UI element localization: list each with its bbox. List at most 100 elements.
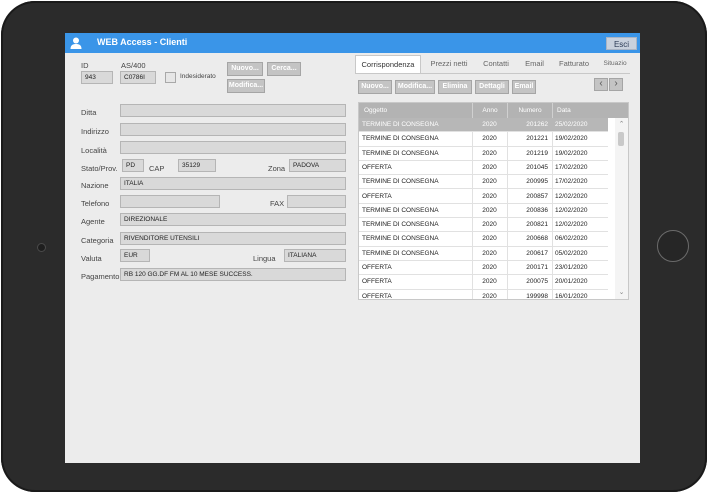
nazione-field[interactable]: ITALIA <box>120 177 346 190</box>
table-row[interactable]: OFFERTA 2020 201045 17/02/2020 <box>359 161 608 176</box>
chevron-down-icon[interactable]: ⌄ <box>617 288 626 297</box>
undesired-checkbox[interactable] <box>165 72 176 83</box>
table-row[interactable]: TERMINE DI CONSEGNA 2020 201221 19/02/2020 <box>359 132 608 147</box>
valuta-label: Valuta <box>81 254 102 263</box>
cell-data: 19/02/2020 <box>555 135 588 143</box>
agente-label: Agente <box>81 217 105 226</box>
new-correspondence-button[interactable]: Nuovo... <box>358 80 392 94</box>
edit-correspondence-button[interactable]: Modifica... <box>395 80 435 94</box>
cell-data: 12/02/2020 <box>555 206 588 214</box>
cell-data: 05/02/2020 <box>555 249 588 257</box>
cell-oggetto: OFFERTA <box>362 264 392 271</box>
cell-data: 06/02/2020 <box>555 235 588 243</box>
table-row[interactable]: TERMINE DI CONSEGNA 2020 200617 05/02/2020 <box>359 247 608 261</box>
categoria-label: Categoria <box>81 236 114 245</box>
cell-data: 19/02/2020 <box>555 149 588 157</box>
delete-correspondence-button[interactable]: Elimina <box>438 80 472 94</box>
zona-label: Zona <box>268 164 286 173</box>
scroll-thumb[interactable] <box>618 132 624 146</box>
chevron-left-icon[interactable]: ‹ <box>594 78 608 91</box>
tab-email[interactable]: Email <box>520 55 549 73</box>
cell-data: 16/01/2020 <box>555 292 588 300</box>
camera <box>37 243 46 252</box>
indirizzo-label: Indirizzo <box>81 127 109 136</box>
details-button[interactable]: Dettagli <box>475 80 509 94</box>
app-screen: WEB Access - Clienti Esci ID AS/400 943 … <box>65 33 640 463</box>
table-row[interactable]: TERMINE DI CONSEGNA 2020 200821 12/02/2020 <box>359 218 608 233</box>
cell-oggetto: TERMINE DI CONSEGNA <box>362 178 439 186</box>
cell-data: 17/02/2020 <box>555 163 588 171</box>
cell-data: 12/02/2020 <box>555 221 588 229</box>
agente-field[interactable]: DIREZIONALE <box>120 213 346 226</box>
categoria-field[interactable]: RIVENDITORE UTENSILI <box>120 232 346 245</box>
ditta-label: Ditta <box>81 108 97 117</box>
new-client-button[interactable]: Nuovo... <box>227 62 263 76</box>
column-header-data[interactable]: Data <box>552 103 628 118</box>
email-button[interactable]: Email <box>512 80 536 94</box>
lingua-field[interactable]: ITALIANA <box>284 249 346 262</box>
cell-numero: 200668 <box>526 235 548 243</box>
pagamento-field[interactable]: RB 120 GG.DF FM AL 10 MESE SUCCESS. <box>120 268 346 281</box>
cell-numero: 199998 <box>526 292 548 300</box>
id-field[interactable]: 943 <box>81 71 113 84</box>
table-row[interactable]: TERMINE DI CONSEGNA 2020 200668 06/02/2020 <box>359 232 608 247</box>
cell-anno: 2020 <box>482 178 497 186</box>
cell-oggetto: TERMINE DI CONSEGNA <box>362 135 439 143</box>
indirizzo-field[interactable] <box>120 123 346 136</box>
localita-field[interactable] <box>120 141 346 154</box>
cell-oggetto: OFFERTA <box>362 278 392 286</box>
cell-oggetto: TERMINE DI CONSEGNA <box>362 121 439 128</box>
column-header-numero[interactable]: Numero <box>507 103 552 118</box>
home-button[interactable] <box>657 230 689 262</box>
table-row[interactable]: TERMINE DI CONSEGNA 2020 200836 12/02/2020 <box>359 204 608 219</box>
search-client-button[interactable]: Cerca... <box>267 62 301 76</box>
table-row[interactable]: TERMINE DI CONSEGNA 2020 200995 17/02/2020 <box>359 175 608 190</box>
chevron-right-icon[interactable]: › <box>609 78 623 91</box>
cell-numero: 200075 <box>526 278 548 286</box>
cell-anno: 2020 <box>482 249 497 257</box>
table-scrollbar[interactable]: ⌃ ⌄ <box>615 118 628 299</box>
cell-data: 12/02/2020 <box>555 192 588 200</box>
cap-field[interactable]: 35129 <box>178 159 216 172</box>
table-row[interactable]: OFFERTA 2020 200171 23/01/2020 <box>359 261 608 276</box>
telefono-label: Telefono <box>81 199 110 208</box>
cell-oggetto: TERMINE DI CONSEGNA <box>362 235 439 243</box>
chevron-up-icon[interactable]: ⌃ <box>617 120 626 129</box>
cell-data: 25/02/2020 <box>555 121 588 128</box>
cell-numero: 200617 <box>526 249 548 257</box>
column-header-oggetto[interactable]: Oggetto <box>359 103 472 118</box>
fax-label: FAX <box>270 199 285 208</box>
id-label: ID <box>81 61 89 70</box>
cell-data: 23/01/2020 <box>555 264 588 271</box>
tab-corrispondenza[interactable]: Corrispondenza <box>355 55 421 73</box>
tab-fatturato[interactable]: Fatturato <box>554 55 594 73</box>
cell-numero: 200836 <box>526 206 548 214</box>
table-row[interactable]: OFFERTA 2020 200857 12/02/2020 <box>359 190 608 204</box>
cell-anno: 2020 <box>482 149 497 157</box>
cap-label: CAP <box>149 164 165 173</box>
cell-anno: 2020 <box>482 206 497 214</box>
tab-situazione[interactable]: Situazio <box>598 55 632 73</box>
pagamento-label: Pagamento <box>81 272 120 281</box>
edit-client-button[interactable]: Modifica... <box>227 79 265 93</box>
zona-field[interactable]: PADOVA <box>289 159 346 172</box>
column-header-anno[interactable]: Anno <box>472 103 507 118</box>
cell-numero: 200857 <box>526 192 548 200</box>
table-row[interactable]: OFFERTA 2020 199998 16/01/2020 <box>359 290 608 300</box>
stato-field[interactable]: PD <box>122 159 144 172</box>
valuta-field[interactable]: EUR <box>120 249 150 262</box>
undesired-label: Indesiderato <box>180 73 216 80</box>
exit-button[interactable]: Esci <box>606 37 637 50</box>
tab-prezzi-netti[interactable]: Prezzi netti <box>424 55 474 73</box>
table-row[interactable]: TERMINE DI CONSEGNA 2020 201262 25/02/2020 <box>359 118 608 133</box>
table-row[interactable]: OFFERTA 2020 200075 20/01/2020 <box>359 275 608 290</box>
cell-numero: 201219 <box>526 149 548 157</box>
table-row[interactable]: TERMINE DI CONSEGNA 2020 201219 19/02/2020 <box>359 147 608 161</box>
telefono-field[interactable] <box>120 195 220 208</box>
as400-field[interactable]: C0786I <box>120 71 156 84</box>
localita-label: Località <box>81 146 107 155</box>
ditta-field[interactable] <box>120 104 346 117</box>
tab-contatti[interactable]: Contatti <box>477 55 515 73</box>
cell-numero: 200821 <box>526 221 548 229</box>
fax-field[interactable] <box>287 195 346 208</box>
